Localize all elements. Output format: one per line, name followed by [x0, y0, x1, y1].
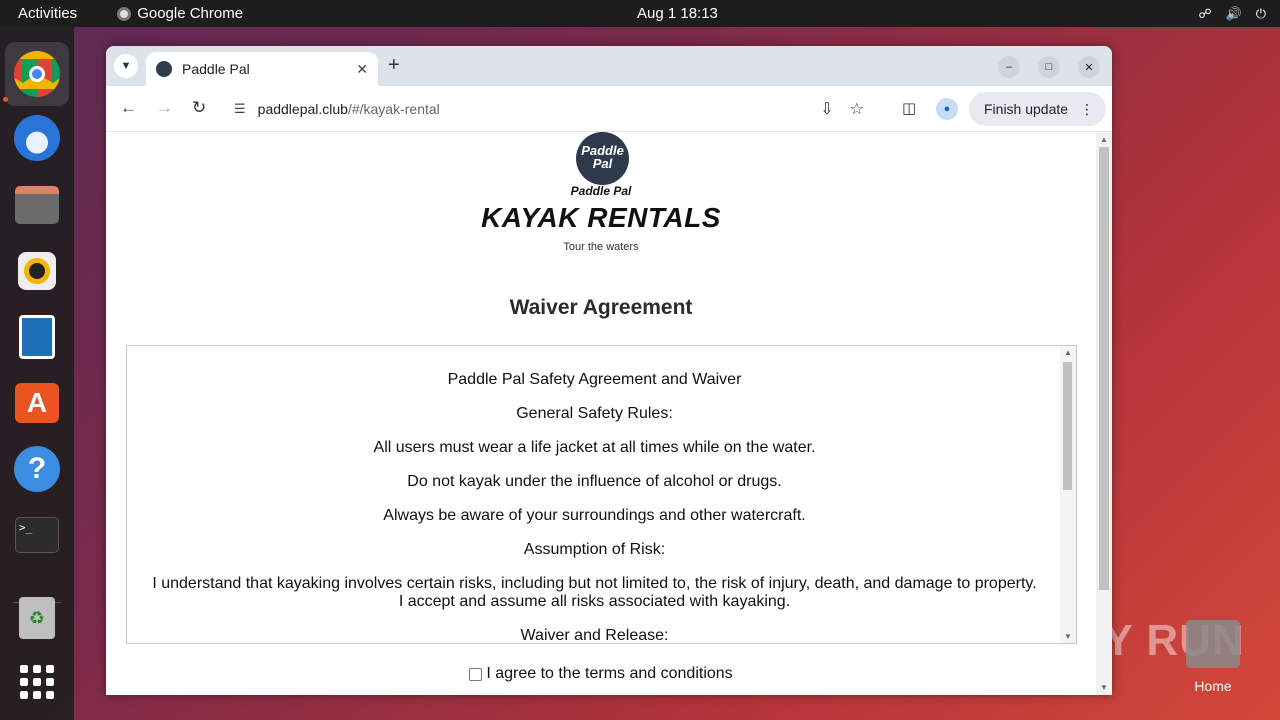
waiver-subheading: Waiver and Release: [520, 627, 669, 644]
waiver-content: Paddle Pal Safety Agreement and Waiver G… [127, 346, 1062, 644]
dock-chrome[interactable] [5, 42, 69, 106]
waiver-subheading: General Safety Rules: [516, 405, 673, 422]
chrome-icon [117, 6, 132, 21]
page-scrollbar[interactable]: ▲ ▼ [1096, 132, 1112, 695]
agree-checkbox[interactable] [469, 667, 483, 681]
logo-line-2: Pal [592, 156, 613, 171]
web-page: Paddle Pal Paddle Pal KAYAK RENTALS Tour… [106, 132, 1096, 695]
agree-label[interactable]: I agree to the terms and conditions [486, 665, 732, 683]
files-icon [15, 186, 59, 224]
dock-trash[interactable]: ♻ [12, 593, 62, 643]
agree-row: I agree to the terms and conditions [106, 665, 1096, 683]
waiver-line: I understand that kayaking involves cert… [152, 575, 1037, 592]
scroll-up-icon[interactable]: ▲ [1064, 348, 1072, 357]
apps-grid-icon [20, 665, 54, 699]
running-indicator [3, 97, 8, 102]
tagline: Tour the waters [563, 241, 639, 253]
section-title: Waiver Agreement [509, 296, 693, 319]
active-app-name: Google Chrome [137, 5, 244, 22]
scroll-down-icon[interactable]: ▼ [1064, 632, 1072, 641]
dock-help[interactable]: ? [12, 444, 62, 494]
writer-icon [19, 315, 55, 359]
help-icon: ? [14, 446, 60, 492]
waiver-text-box[interactable]: Paddle Pal Safety Agreement and Waiver G… [126, 345, 1077, 644]
dock-writer[interactable] [12, 312, 62, 362]
waiver-heading: Paddle Pal Safety Agreement and Waiver [447, 371, 742, 388]
clock[interactable]: Aug 1 18:13 [637, 5, 718, 22]
dock-app-center[interactable]: A [12, 378, 62, 428]
chrome-icon [14, 51, 60, 97]
brand-name: Paddle Pal [570, 184, 632, 198]
terminal-icon: >_ [15, 517, 59, 553]
waiver-rule: Always be aware of your surroundings and… [383, 507, 806, 524]
page-title: KAYAK RENTALS [481, 202, 721, 233]
trash-icon: ♻ [19, 597, 55, 639]
brand-logo: Paddle Pal [576, 132, 629, 185]
scroll-down-icon[interactable]: ▼ [1100, 683, 1108, 692]
volume-icon: 🔊 [1225, 5, 1242, 21]
power-icon: ⏻ [1255, 5, 1266, 21]
home-folder-label[interactable]: Home [1186, 678, 1240, 694]
scrollbar-thumb[interactable] [1099, 147, 1109, 590]
rhythmbox-icon [18, 252, 56, 290]
home-folder-icon[interactable] [1186, 620, 1240, 668]
thunderbird-icon [14, 115, 60, 161]
app-center-icon: A [15, 383, 59, 423]
dock-files[interactable] [12, 180, 62, 230]
waiver-rule: All users must wear a life jacket at all… [373, 439, 816, 456]
active-app-menu[interactable]: Google Chrome [117, 5, 243, 22]
waiver-paragraph: I understand that kayaking involves cert… [127, 575, 1062, 611]
waiver-rule: Do not kayak under the influence of alco… [407, 473, 782, 490]
system-top-bar: Activities Google Chrome Aug 1 18:13 ☍ 🔊… [0, 0, 1280, 27]
system-tray[interactable]: ☍ 🔊 ⏻ [1198, 6, 1266, 22]
waiver-subheading: Assumption of Risk: [523, 541, 666, 558]
waiver-line: I accept and assume all risks associated… [398, 593, 791, 610]
dock-thunderbird[interactable] [12, 113, 62, 163]
scroll-up-icon[interactable]: ▲ [1100, 135, 1108, 144]
show-apps-button[interactable] [12, 657, 62, 707]
waiver-scrollbar[interactable]: ▲ ▼ [1060, 346, 1076, 643]
activities-button[interactable]: Activities [18, 5, 77, 22]
dock-terminal[interactable]: >_ [12, 510, 62, 560]
viewport: Paddle Pal Paddle Pal KAYAK RENTALS Tour… [106, 46, 1112, 695]
dock: A ? >_ ♻ [0, 27, 74, 720]
network-icon: ☍ [1198, 5, 1212, 21]
scrollbar-thumb[interactable] [1063, 362, 1072, 490]
dock-rhythmbox[interactable] [12, 246, 62, 296]
